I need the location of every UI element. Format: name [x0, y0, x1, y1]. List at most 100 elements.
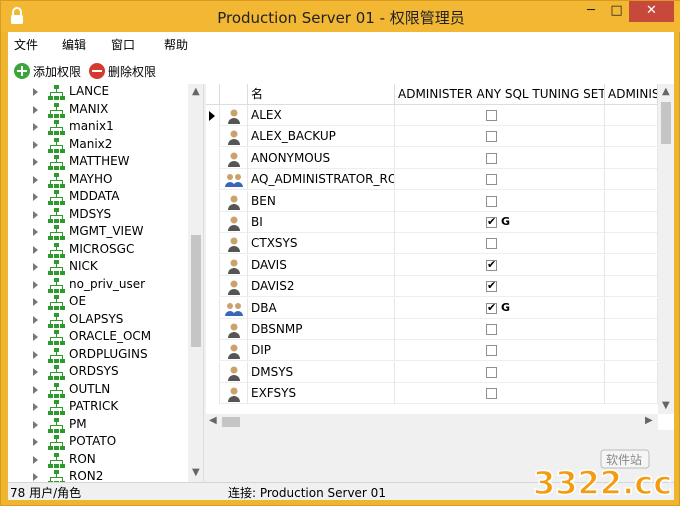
grid-row[interactable]: ANONYMOUS	[206, 147, 658, 169]
scroll-left-icon[interactable]: ◀	[209, 415, 217, 426]
minimize-button[interactable]: ─	[578, 1, 604, 22]
tree-item[interactable]: OLAPSYS	[8, 312, 188, 329]
expand-arrow-icon[interactable]	[33, 140, 38, 149]
grid-row[interactable]: EXFSYS	[206, 383, 658, 405]
expand-arrow-icon[interactable]	[33, 210, 38, 219]
menu-help[interactable]: 帮助	[164, 36, 188, 53]
tree-item[interactable]: POTATO	[8, 434, 188, 451]
scroll-down-icon[interactable]: ▼	[192, 467, 200, 478]
expand-arrow-icon[interactable]	[33, 420, 38, 429]
tree-item[interactable]: OE	[8, 294, 188, 311]
expand-arrow-icon[interactable]	[33, 263, 38, 271]
menu-edit[interactable]: 编辑	[62, 36, 86, 53]
tree-item[interactable]: ORDSYS	[8, 364, 188, 381]
close-button[interactable]: ✕	[629, 1, 674, 22]
tree-item[interactable]: manix1	[8, 119, 188, 136]
expand-arrow-icon[interactable]	[33, 175, 38, 184]
expand-arrow-icon[interactable]	[33, 298, 38, 306]
privilege-checkbox[interactable]	[486, 388, 497, 400]
expand-arrow-icon[interactable]	[33, 385, 38, 394]
grid-row[interactable]: DBSNMP	[206, 319, 658, 340]
grid-row[interactable]: BEN	[206, 190, 658, 212]
expand-arrow-icon[interactable]	[33, 193, 38, 201]
privilege-checkbox[interactable]	[486, 110, 497, 121]
grid-hscroll-thumb[interactable]	[222, 417, 240, 427]
grid-row[interactable]: DAVIS2	[206, 276, 658, 298]
expand-arrow-icon[interactable]	[33, 473, 38, 481]
tree-item[interactable]: no_priv_user	[8, 277, 188, 294]
expand-arrow-icon[interactable]	[33, 228, 38, 236]
expand-arrow-icon[interactable]	[33, 368, 38, 376]
tree-item[interactable]: ORACLE_OCM	[8, 329, 188, 346]
grid-vscrollbar[interactable]: ▲ ▼	[658, 84, 674, 414]
privilege-checkbox[interactable]	[486, 152, 497, 164]
tree-scrollbar[interactable]: ▲ ▼	[188, 84, 203, 482]
title-bar[interactable]: Production Server 01 - 权限管理员 ─ □ ✕	[1, 1, 680, 32]
tree-item-label: MANIX	[69, 101, 109, 116]
privilege-checkbox[interactable]	[486, 174, 497, 186]
grid-hscrollbar[interactable]: ◀ ▶	[206, 414, 658, 430]
tree-item[interactable]: Manix2	[8, 137, 188, 154]
privilege-checkbox[interactable]	[486, 366, 497, 378]
expand-arrow-icon[interactable]	[33, 438, 38, 446]
expand-arrow-icon[interactable]	[33, 315, 38, 324]
scroll-up-icon[interactable]: ▲	[192, 86, 200, 97]
privilege-checkbox[interactable]	[486, 301, 497, 314]
header-administer-any-sql-tuning-set[interactable]: ADMINISTER ANY SQL TUNING SET	[395, 84, 605, 105]
tree-item[interactable]: MDDATA	[8, 189, 188, 206]
expand-arrow-icon[interactable]	[33, 280, 38, 289]
grid-row[interactable]: ALEX_BACKUP	[206, 126, 658, 148]
grid-row[interactable]: ALEX	[206, 105, 658, 126]
header-administer-2[interactable]: ADMINIS	[605, 84, 658, 105]
grid-row[interactable]: BI G	[206, 212, 658, 233]
privilege-checkbox[interactable]	[486, 324, 497, 335]
tree-item[interactable]: MGMT_VIEW	[8, 224, 188, 241]
privilege-checkbox[interactable]	[486, 258, 497, 271]
expand-arrow-icon[interactable]	[33, 245, 38, 254]
header-name[interactable]: 名	[248, 84, 395, 105]
expand-arrow-icon[interactable]	[33, 333, 38, 341]
privilege-checkbox[interactable]	[486, 195, 497, 207]
menu-file[interactable]: 文件	[14, 36, 38, 53]
tree-item[interactable]: OUTLN	[8, 382, 188, 399]
privilege-checkbox[interactable]	[486, 215, 497, 228]
tree-item[interactable]: PATRICK	[8, 399, 188, 416]
expand-arrow-icon[interactable]	[33, 105, 38, 114]
tree-item[interactable]: RON2	[8, 469, 188, 482]
tree-item[interactable]: RON	[8, 452, 188, 469]
privilege-checkbox[interactable]	[486, 131, 497, 143]
grid-row[interactable]: DMSYS	[206, 361, 658, 383]
grid-row[interactable]: DBA G	[206, 297, 658, 319]
expand-arrow-icon[interactable]	[33, 158, 38, 166]
expand-arrow-icon[interactable]	[33, 403, 38, 411]
tree-item[interactable]: MICROSGC	[8, 242, 188, 259]
expand-arrow-icon[interactable]	[33, 123, 38, 131]
grid-row[interactable]: DIP	[206, 340, 658, 362]
delete-privilege-button[interactable]: 删除权限	[89, 62, 156, 80]
grid-scroll-up-icon[interactable]: ▲	[662, 86, 670, 97]
grid-row[interactable]: AQ_ADMINISTRATOR_RO	[206, 169, 658, 191]
scroll-right-icon[interactable]: ▶	[645, 415, 653, 426]
privilege-checkbox[interactable]	[486, 238, 497, 250]
tree-item[interactable]: PM	[8, 417, 188, 434]
tree-item[interactable]: MATTHEW	[8, 154, 188, 171]
expand-arrow-icon[interactable]	[33, 455, 38, 464]
privilege-checkbox[interactable]	[486, 279, 497, 293]
menu-window[interactable]: 窗口	[111, 36, 135, 53]
tree-item[interactable]: MANIX	[8, 102, 188, 119]
tree-item[interactable]: NICK	[8, 259, 188, 276]
tree-item[interactable]: MDSYS	[8, 207, 188, 224]
add-privilege-button[interactable]: 添加权限	[14, 62, 81, 80]
expand-arrow-icon[interactable]	[33, 350, 38, 359]
tree-scroll-thumb[interactable]	[191, 235, 201, 347]
grid-scroll-thumb[interactable]	[661, 102, 671, 144]
tree-item[interactable]: MAYHO	[8, 172, 188, 189]
grid-row[interactable]: CTXSYS	[206, 233, 658, 255]
grid-scroll-down-icon[interactable]: ▼	[662, 400, 670, 411]
tree-item[interactable]: LANCE	[8, 84, 188, 101]
maximize-button[interactable]: □	[604, 1, 629, 22]
expand-arrow-icon[interactable]	[33, 88, 38, 96]
grid-row[interactable]: DAVIS	[206, 254, 658, 276]
tree-item[interactable]: ORDPLUGINS	[8, 347, 188, 364]
privilege-checkbox[interactable]	[486, 345, 497, 357]
